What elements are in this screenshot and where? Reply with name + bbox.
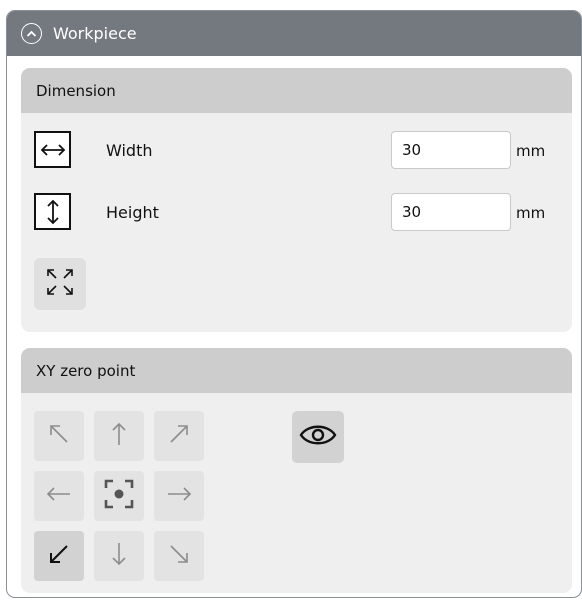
preview-button[interactable]: [292, 411, 344, 463]
arrow-down-left-icon: [45, 540, 73, 572]
zero-bottom-right-button[interactable]: [154, 531, 204, 581]
xy-zero-section: XY zero point: [21, 348, 572, 593]
width-input[interactable]: [391, 131, 511, 169]
arrow-up-icon: [105, 420, 133, 452]
expand-button[interactable]: [34, 258, 86, 310]
zero-bottom-left-button[interactable]: [34, 531, 84, 581]
width-label: Width: [106, 141, 153, 160]
zero-right-button[interactable]: [154, 471, 204, 521]
zero-top-button[interactable]: [94, 411, 144, 461]
panel-header[interactable]: Workpiece: [7, 11, 581, 56]
height-input[interactable]: [391, 193, 511, 231]
arrow-down-right-icon: [165, 540, 193, 572]
arrow-right-icon: [165, 480, 193, 512]
height-unit: mm: [516, 204, 546, 222]
zero-top-left-button[interactable]: [34, 411, 84, 461]
arrow-up-right-icon: [165, 420, 193, 452]
dimension-section: Dimension Width mm Height mm: [21, 68, 572, 332]
collapse-chevron-icon[interactable]: [21, 23, 42, 44]
workpiece-panel: Workpiece Dimension Width mm Height mm: [6, 10, 582, 598]
zero-left-button[interactable]: [34, 471, 84, 521]
xy-zero-header: XY zero point: [21, 348, 572, 393]
vertical-arrows-icon: [34, 193, 71, 230]
zero-bottom-button[interactable]: [94, 531, 144, 581]
zero-top-right-button[interactable]: [154, 411, 204, 461]
arrow-up-left-icon: [45, 420, 73, 452]
center-target-icon: [102, 477, 136, 515]
height-label: Height: [106, 203, 159, 222]
dimension-header: Dimension: [21, 68, 572, 113]
arrow-down-icon: [105, 540, 133, 572]
eye-icon: [299, 422, 337, 452]
width-unit: mm: [516, 142, 546, 160]
zero-center-button[interactable]: [94, 471, 144, 521]
expand-arrows-icon: [43, 265, 77, 303]
horizontal-arrows-icon: [34, 131, 71, 168]
arrow-left-icon: [45, 480, 73, 512]
panel-title: Workpiece: [53, 24, 137, 43]
